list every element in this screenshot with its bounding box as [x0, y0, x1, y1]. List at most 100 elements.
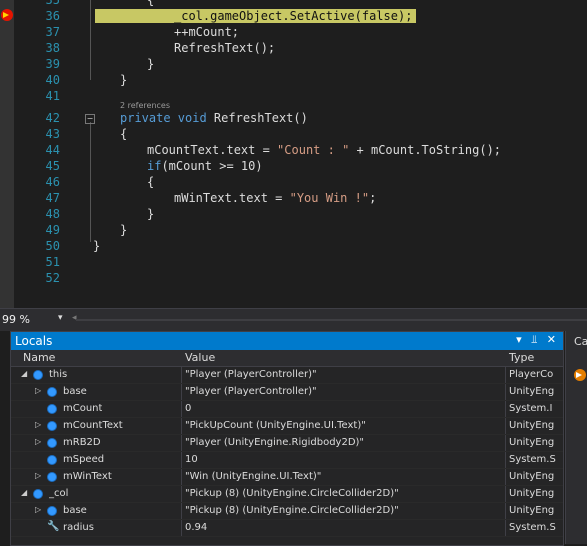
line-number: 38: [45, 41, 60, 55]
code-text: ;: [369, 191, 377, 205]
object-icon: [47, 387, 57, 397]
zoom-level[interactable]: 99 %: [2, 313, 30, 326]
line-number: 40: [45, 73, 60, 87]
table-row[interactable]: ▷ base "Pickup (8) (UnityEngine.CircleCo…: [11, 503, 563, 520]
code-line: 43 {: [0, 126, 587, 142]
cell-type: UnityEng: [509, 420, 555, 431]
property-wrench-icon: 🔧: [47, 521, 60, 532]
line-number: 48: [45, 207, 60, 221]
highlighted-statement: _col.gameObject.SetActive(false);: [95, 8, 417, 24]
locals-panel-header[interactable]: Locals ▾ ⫫ ✕: [11, 332, 563, 350]
cell-value[interactable]: "Player (PlayerController)": [185, 369, 317, 380]
table-row[interactable]: mCount 0 System.I: [11, 401, 563, 418]
code-line-current: 36 _col.gameObject.SetActive(false);: [0, 8, 587, 24]
code-text: ++mCount;: [174, 25, 240, 39]
locals-panel: Locals ▾ ⫫ ✕ Name Value Type ◢ this "Pla…: [10, 331, 564, 546]
field-icon: [47, 404, 57, 414]
code-line: 45 if(mCount >= 10): [0, 158, 587, 174]
table-row[interactable]: ▷ base "Player (PlayerController)" Unity…: [11, 384, 563, 401]
cell-value[interactable]: "Pickup (8) (UnityEngine.CircleCollider2…: [185, 488, 399, 499]
expanded-arrow-icon[interactable]: ◢: [21, 488, 27, 497]
object-icon: [33, 370, 43, 380]
code-text: RefreshText(): [206, 111, 308, 125]
code-line: 51: [0, 254, 587, 270]
field-icon: [47, 438, 57, 448]
cell-name: mCount: [63, 403, 103, 414]
line-number: 47: [45, 191, 60, 205]
collapsed-arrow-icon[interactable]: ▷: [35, 420, 41, 429]
object-icon: [33, 489, 43, 499]
code-line: 40 }: [0, 72, 587, 88]
column-header-type[interactable]: Type: [509, 351, 534, 364]
call-stack-panel[interactable]: Ca: [565, 331, 587, 544]
code-line: 42 − private void RefreshText(): [0, 110, 587, 126]
code-text: }: [120, 73, 128, 87]
locals-panel-title: Locals: [15, 334, 53, 348]
cell-value[interactable]: "Player (UnityEngine.Rigidbody2D)": [185, 437, 364, 448]
code-line: 49 }: [0, 222, 587, 238]
table-row[interactable]: ◢ this "Player (PlayerController)" Playe…: [11, 367, 563, 384]
column-header-value[interactable]: Value: [185, 351, 215, 364]
cell-type: System.S: [509, 454, 556, 465]
line-number: 52: [45, 271, 60, 285]
table-row[interactable]: mSpeed 10 System.S: [11, 452, 563, 469]
code-line: 39 }: [0, 56, 587, 72]
column-header-name[interactable]: Name: [23, 351, 55, 364]
object-icon: [47, 506, 57, 516]
code-text: {: [147, 175, 155, 189]
code-text: (mCount >= 10): [161, 159, 263, 173]
line-number: 45: [45, 159, 60, 173]
cell-type: System.S: [509, 522, 556, 533]
code-line: 35 {: [0, 0, 587, 8]
cell-name: mWinText: [63, 471, 112, 482]
collapsed-arrow-icon[interactable]: ▷: [35, 437, 41, 446]
cell-value[interactable]: 0: [185, 403, 191, 414]
cell-value[interactable]: "Player (PlayerController)": [185, 386, 317, 397]
code-text: }: [93, 239, 101, 253]
cell-name: _col: [49, 488, 69, 499]
line-number: 50: [45, 239, 60, 253]
code-editor[interactable]: 35 { 36 _col.gameObject.SetActive(false)…: [0, 0, 587, 308]
code-text: mCountText.text =: [147, 143, 278, 157]
cell-type: UnityEng: [509, 471, 555, 482]
code-line: 50 }: [0, 238, 587, 254]
code-line: 47 mWinText.text = "You Win !";: [0, 190, 587, 206]
cell-name: mCountText: [63, 420, 123, 431]
table-row[interactable]: ▷ mCountText "PickUpCount (UnityEngine.U…: [11, 418, 563, 435]
code-string: "You Win !": [289, 191, 370, 205]
collapsed-arrow-icon[interactable]: ▷: [35, 505, 41, 514]
collapse-toggle-icon[interactable]: −: [85, 114, 95, 124]
expanded-arrow-icon[interactable]: ◢: [21, 369, 27, 378]
code-line: 44 mCountText.text = "Count : " + mCount…: [0, 142, 587, 158]
table-row[interactable]: ▷ mRB2D "Player (UnityEngine.Rigidbody2D…: [11, 435, 563, 452]
locals-table-body: ◢ this "Player (PlayerController)" Playe…: [11, 367, 563, 537]
collapsed-arrow-icon[interactable]: ▷: [35, 386, 41, 395]
call-stack-title: Ca: [574, 335, 587, 348]
collapsed-arrow-icon[interactable]: ▷: [35, 471, 41, 480]
cell-type: UnityEng: [509, 488, 555, 499]
code-text: }: [120, 223, 128, 237]
scroll-left-icon[interactable]: ◂: [72, 313, 77, 323]
cell-value[interactable]: "Pickup (8) (UnityEngine.CircleCollider2…: [185, 505, 399, 516]
cell-type: PlayerCo: [509, 369, 554, 380]
cell-value[interactable]: 10: [185, 454, 198, 465]
cell-value[interactable]: 0.94: [185, 522, 207, 533]
cell-type: UnityEng: [509, 505, 555, 516]
code-line: 48 }: [0, 206, 587, 222]
code-line: 52: [0, 270, 587, 286]
line-number: 36: [45, 9, 60, 23]
panel-window-controls[interactable]: ▾ ⫫ ✕: [516, 333, 559, 347]
table-row[interactable]: ◢ _col "Pickup (8) (UnityEngine.CircleCo…: [11, 486, 563, 503]
table-row[interactable]: ▷ mWinText "Win (UnityEngine.UI.Text)" U…: [11, 469, 563, 486]
line-number: 49: [45, 223, 60, 237]
table-row[interactable]: 🔧 radius 0.94 System.S: [11, 520, 563, 537]
horizontal-scrollbar[interactable]: [76, 319, 587, 321]
code-line: 37 ++mCount;: [0, 24, 587, 40]
cell-value[interactable]: "Win (UnityEngine.UI.Text)": [185, 471, 321, 482]
cell-value[interactable]: "PickUpCount (UnityEngine.UI.Text)": [185, 420, 366, 431]
cell-name: radius: [63, 522, 94, 533]
line-number: 39: [45, 57, 60, 71]
code-text: mWinText.text =: [174, 191, 290, 205]
zoom-dropdown-icon[interactable]: ▾: [58, 313, 63, 323]
cell-name: this: [49, 369, 68, 380]
